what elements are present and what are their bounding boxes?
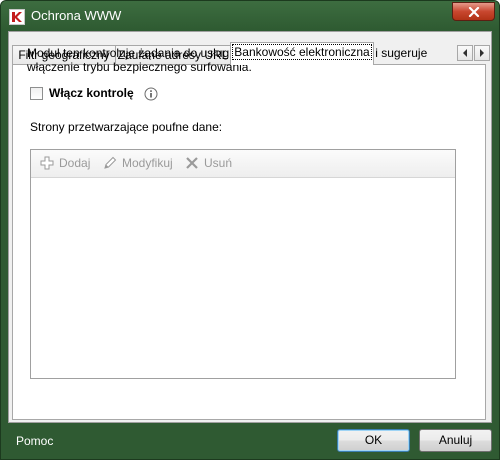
sites-list-label: Strony przetwarzające poufne dane:	[30, 120, 223, 134]
delete-button-label: Usuń	[204, 156, 233, 170]
arrow-left-icon	[463, 49, 467, 57]
sites-list[interactable]: Dodaj Modyfikuj Usuń	[30, 149, 456, 379]
add-button[interactable]: Dodaj	[40, 156, 90, 170]
tab-scroll-right-button[interactable]	[474, 45, 490, 61]
delete-x-icon	[186, 157, 198, 169]
enable-control-row[interactable]: Włącz kontrolę	[30, 86, 134, 100]
enable-control-label[interactable]: Włącz kontrolę	[49, 86, 134, 100]
add-button-label: Dodaj	[59, 156, 91, 170]
edit-button[interactable]: Modyfikuj	[103, 156, 173, 170]
ok-button[interactable]: OK	[337, 429, 410, 452]
close-button[interactable]	[452, 2, 495, 21]
arrow-right-icon	[480, 49, 484, 57]
enable-control-checkbox[interactable]	[30, 86, 43, 100]
window-title: Ochrona WWW	[31, 8, 122, 23]
cancel-button[interactable]: Anuluj	[419, 429, 492, 452]
tab-online-banking[interactable]: Bankowość elektroniczna	[230, 42, 374, 65]
dialog-footer: Pomoc OK Anuluj	[1, 423, 499, 459]
plus-icon	[40, 156, 54, 170]
title-bar[interactable]: Ochrona WWW	[1, 1, 499, 31]
edit-button-label: Modyfikuj	[122, 156, 173, 170]
dialog-window: Ochrona WWW Filtr geograficzny Zaufane a…	[0, 0, 500, 460]
tab-scroll-left-button[interactable]	[457, 45, 473, 61]
kaspersky-k-icon	[9, 9, 25, 25]
help-link[interactable]: Pomoc	[16, 434, 53, 448]
tab-label: Bankowość elektroniczna	[232, 44, 372, 60]
list-toolbar: Dodaj Modyfikuj Usuń	[31, 150, 455, 178]
close-x-icon	[468, 6, 479, 17]
delete-button[interactable]: Usuń	[185, 156, 232, 170]
info-icon[interactable]	[144, 87, 158, 101]
pencil-icon	[104, 156, 117, 169]
